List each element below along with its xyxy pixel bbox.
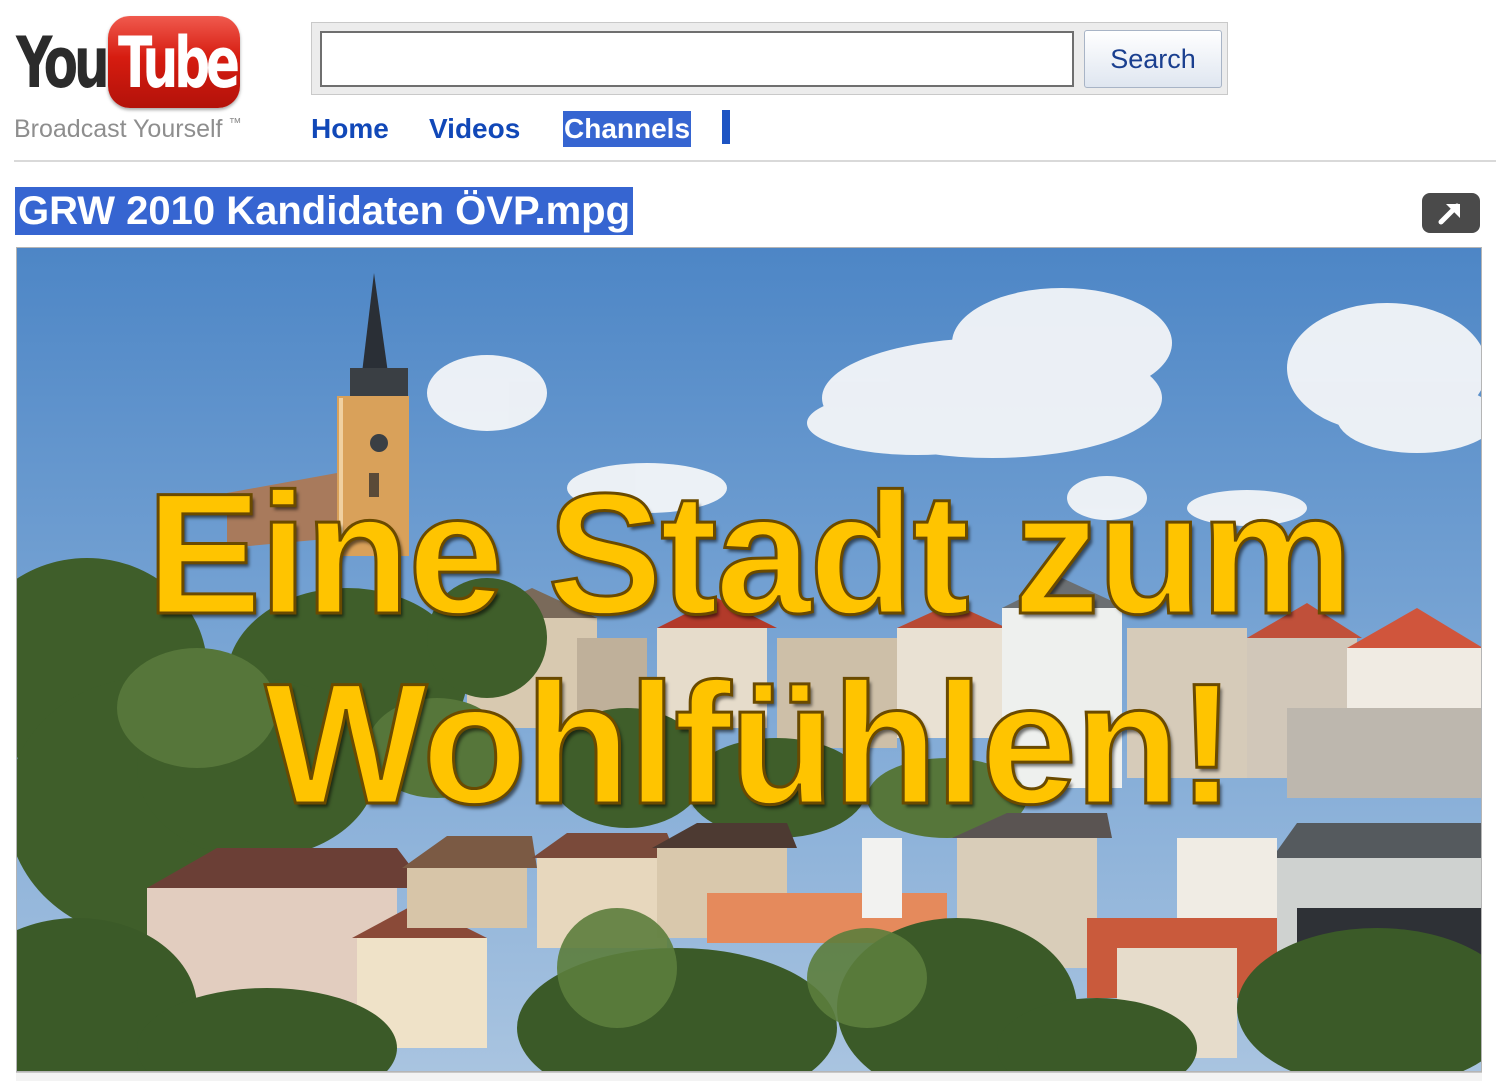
logo-tube-text: Tube	[118, 22, 240, 104]
expand-button[interactable]	[1422, 193, 1480, 233]
nav-videos[interactable]: Videos	[429, 111, 520, 147]
header-divider	[14, 160, 1496, 162]
text-cursor	[722, 110, 730, 144]
logo-tagline: Broadcast Yourself ™	[14, 115, 241, 144]
tagline-text: Broadcast Yourself	[14, 115, 223, 143]
overlay-text-line-1: Eine Stadt zum	[145, 458, 1355, 650]
video-player[interactable]: Eine Stadt zum Wohlfühlen!	[16, 247, 1482, 1072]
logo-you-text: You	[16, 22, 110, 104]
search-bar: Search	[311, 22, 1228, 95]
youtube-logo[interactable]: You Tube Broadcast Yourself ™	[14, 14, 274, 144]
nav-channels[interactable]: Channels	[563, 111, 692, 147]
search-button[interactable]: Search	[1084, 30, 1222, 88]
expand-arrow-icon	[1438, 203, 1460, 225]
nav-home[interactable]: Home	[311, 111, 389, 147]
overlay-text-line-2: Wohlfühlen!	[263, 648, 1236, 840]
search-input[interactable]	[320, 31, 1074, 87]
trademark: ™	[228, 115, 242, 130]
video-title: GRW 2010 Kandidaten ÖVP.mpg	[15, 187, 634, 235]
